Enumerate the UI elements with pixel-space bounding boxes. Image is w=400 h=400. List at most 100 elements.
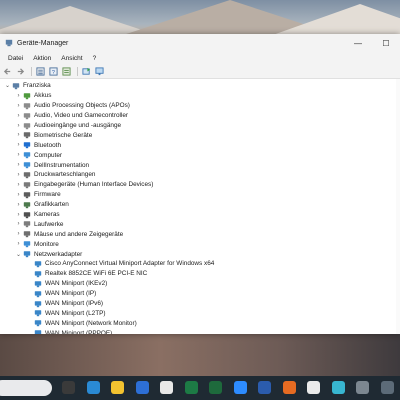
device-category[interactable]: › Eingabegeräte (Human Interface Devices) (0, 180, 400, 190)
word-icon[interactable] (258, 381, 271, 394)
menu-aktion[interactable]: Aktion (28, 55, 56, 62)
app-icon[interactable] (209, 381, 222, 394)
maximize-button[interactable]: ☐ (372, 34, 400, 52)
device-manager-icon (5, 39, 13, 47)
device-category[interactable]: › Druckwarteschlangen (0, 170, 400, 180)
chevron-right-icon[interactable]: › (15, 113, 22, 119)
teams-icon[interactable] (331, 381, 345, 394)
minimize-button[interactable]: — (344, 34, 372, 52)
back-button[interactable] (2, 66, 13, 77)
device-category[interactable]: › Monitore (0, 239, 400, 249)
chevron-down-icon[interactable]: ⌄ (4, 82, 11, 89)
tree-item-label: Firmware (34, 191, 61, 199)
device-item[interactable]: Realtek 8852CE WiFi 6E PCI-E NIC (0, 269, 400, 279)
chevron-right-icon[interactable]: › (15, 142, 22, 148)
device-category[interactable]: ⌄ Netzwerkadapter (0, 249, 400, 259)
device-category[interactable]: › Audio, Video und Gamecontroller (0, 111, 400, 121)
device-item[interactable]: WAN Miniport (L2TP) (0, 308, 400, 318)
properties-icon (62, 66, 71, 76)
printer-icon (23, 171, 31, 179)
audio-icon (23, 102, 31, 110)
chevron-right-icon[interactable]: › (15, 182, 22, 188)
scan-hardware-button[interactable] (94, 66, 105, 77)
network-adapter-icon (34, 270, 42, 278)
vertical-scrollbar[interactable] (396, 79, 400, 334)
zoom-icon[interactable] (233, 381, 247, 394)
title-bar[interactable]: Geräte-Manager — ☐ (0, 34, 400, 52)
edge-icon[interactable] (86, 381, 100, 394)
network-adapter-icon (34, 329, 42, 334)
chevron-right-icon[interactable]: › (15, 221, 22, 227)
chevron-right-icon[interactable]: › (15, 212, 22, 218)
device-category[interactable]: › Firmware (0, 190, 400, 200)
help-button[interactable]: ? (48, 66, 59, 77)
update-driver-button[interactable] (81, 66, 92, 77)
tree-item-label: Franziska (23, 82, 51, 90)
device-category[interactable]: › Audio Processing Objects (APOs) (0, 101, 400, 111)
chevron-right-icon[interactable]: › (15, 241, 22, 247)
device-item[interactable]: Cisco AnyConnect Virtual Miniport Adapte… (0, 259, 400, 269)
file-explorer-icon[interactable] (111, 381, 124, 394)
forward-button[interactable] (15, 66, 26, 77)
device-item[interactable]: WAN Miniport (IKEv2) (0, 279, 400, 289)
device-item[interactable]: WAN Miniport (Network Monitor) (0, 318, 400, 328)
device-category[interactable]: › Akkus (0, 91, 400, 101)
device-item[interactable]: WAN Miniport (IPv6) (0, 299, 400, 309)
properties-button[interactable] (61, 66, 72, 77)
tree-item-label: WAN Miniport (PPPOE) (45, 329, 113, 334)
firefox-icon[interactable] (282, 381, 296, 394)
drive-icon (23, 220, 31, 228)
chevron-right-icon[interactable]: › (15, 231, 22, 237)
device-item[interactable]: WAN Miniport (PPPOE) (0, 328, 400, 334)
network-adapter-icon (34, 280, 42, 288)
network-adapter-icon (34, 290, 42, 298)
device-category[interactable]: › Mäuse und andere Zeigegeräte (0, 229, 400, 239)
menu-help[interactable]: ? (88, 55, 102, 62)
device-category[interactable]: › Grafikkarten (0, 200, 400, 210)
settings-icon[interactable] (356, 381, 369, 394)
task-view-icon[interactable] (62, 381, 75, 394)
device-category[interactable]: › Bluetooth (0, 140, 400, 150)
chevron-right-icon[interactable]: › (15, 132, 22, 138)
tree-item-label: Eingabegeräte (Human Interface Devices) (34, 181, 154, 189)
device-category[interactable]: › Kameras (0, 210, 400, 220)
device-tree: ⌄ Franziska › Akkus › Audio Processing Object… (0, 79, 400, 334)
tree-item-label: Audioeingänge und -ausgänge (34, 122, 122, 129)
chevron-right-icon[interactable]: › (15, 172, 22, 178)
store-icon[interactable] (135, 381, 149, 394)
menu-bar: Datei Aktion Ansicht ? (0, 52, 400, 64)
chevron-right-icon[interactable]: › (15, 202, 22, 208)
excel-icon[interactable] (184, 381, 198, 394)
device-category[interactable]: › Biometrische Geräte (0, 130, 400, 140)
device-item[interactable]: WAN Miniport (IP) (0, 289, 400, 299)
window-title: Geräte-Manager (17, 39, 69, 47)
battery-icon (23, 92, 31, 100)
device-category[interactable]: › Audioeingänge und -ausgänge (0, 121, 400, 131)
monitor-icon (23, 151, 31, 159)
tree-root[interactable]: ⌄ Franziska (0, 81, 400, 91)
device-category[interactable]: › DellInstrumentation (0, 160, 400, 170)
chevron-right-icon[interactable]: › (15, 152, 22, 158)
chevron-right-icon[interactable]: › (15, 192, 22, 198)
arrow-right-icon (17, 67, 25, 75)
device-category[interactable]: › Computer (0, 150, 400, 160)
tree-item-label: WAN Miniport (IP) (45, 290, 97, 298)
tree-item-label: WAN Miniport (IPv6) (45, 300, 103, 308)
menu-ansicht[interactable]: Ansicht (56, 55, 87, 62)
search-box[interactable] (0, 380, 52, 396)
network-adapter-icon (34, 319, 42, 327)
chevron-right-icon[interactable]: › (15, 93, 22, 99)
network-adapter-icon (34, 300, 42, 308)
taskbar (0, 376, 400, 400)
device-manager-icon[interactable] (380, 381, 394, 394)
menu-datei[interactable]: Datei (3, 55, 28, 62)
list-view-icon (36, 66, 45, 76)
slack-icon[interactable] (160, 381, 173, 394)
device-category[interactable]: › Laufwerke (0, 219, 400, 229)
view-button[interactable] (35, 66, 46, 77)
chevron-down-icon[interactable]: ⌄ (15, 251, 22, 258)
chevron-right-icon[interactable]: › (15, 103, 22, 109)
chrome-icon[interactable] (307, 381, 320, 394)
chevron-right-icon[interactable]: › (15, 162, 22, 168)
chevron-right-icon[interactable]: › (15, 123, 22, 129)
